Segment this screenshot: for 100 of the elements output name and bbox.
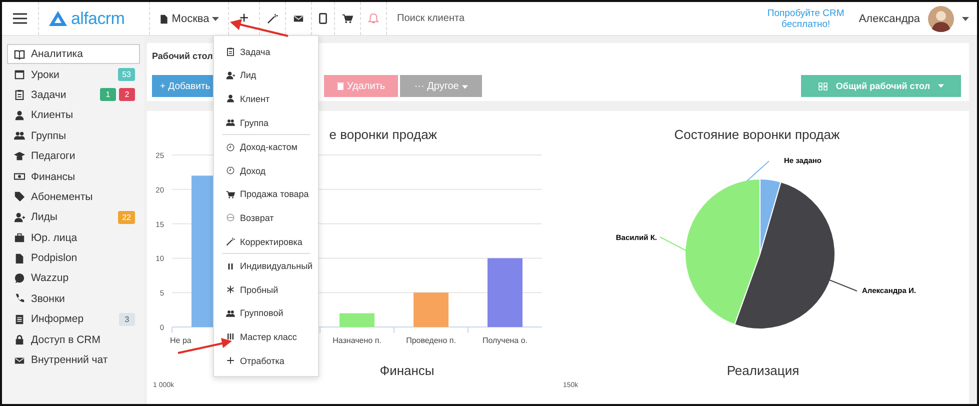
sidebar-item[interactable]: Задачи 1 2 <box>7 84 140 106</box>
phone-icon <box>14 293 25 304</box>
count-badge: 3 <box>119 312 135 326</box>
leader-line <box>746 160 770 182</box>
people-icon <box>226 118 235 128</box>
count-badge: 53 <box>118 68 135 82</box>
sidebar-item[interactable]: Доступ в CRM <box>7 329 140 350</box>
person-icon <box>14 110 25 121</box>
briefcase-icon <box>14 232 25 244</box>
menu-item[interactable]: Продажа товара <box>214 182 318 206</box>
menu-item[interactable]: Индивидуальный <box>214 254 318 278</box>
chart-title: Финансы <box>378 363 436 378</box>
sidebar-item[interactable]: Финансы <box>7 166 140 187</box>
sidebar-item[interactable]: Podpislon <box>7 248 140 268</box>
person-plus-icon <box>226 70 235 80</box>
sidebar-label: Уроки <box>31 68 60 81</box>
chart-title: е воронки продаж <box>329 127 437 142</box>
count-badge: 1 <box>100 88 116 102</box>
sidebar-item[interactable]: Лиды 22 <box>7 207 140 228</box>
menu-item[interactable]: Групповой <box>214 302 318 326</box>
sidebar-item[interactable]: Уроки 53 <box>7 64 140 85</box>
sidebar-item[interactable]: Абонементы <box>7 186 140 208</box>
user-name[interactable]: Александра <box>858 12 920 24</box>
count-badge: 2 <box>119 88 135 102</box>
chat-bubble-icon <box>14 272 25 284</box>
logo-text: alfacrm <box>71 8 125 28</box>
mobile-icon[interactable] <box>319 13 327 24</box>
people-icon <box>14 130 25 142</box>
caret-icon <box>462 84 468 88</box>
sidebar-item[interactable]: Информер 3 <box>7 309 140 330</box>
sidebar-item[interactable]: Звонки <box>7 288 140 310</box>
sidebar-item[interactable]: Группы <box>7 126 140 146</box>
sidebar-label: Педагоги <box>31 150 76 162</box>
sidebar-item[interactable]: Wazzup <box>7 268 140 289</box>
sidebar-label: Аналитика <box>31 48 83 60</box>
cart-icon <box>226 190 235 199</box>
sidebar-label: Внутренний чат <box>31 354 108 366</box>
sidebar-label: Финансы <box>31 170 76 183</box>
caret-icon <box>938 84 944 88</box>
sidebar-label: Группы <box>31 130 66 142</box>
list-icon <box>14 314 25 325</box>
sidebar-label: Абонементы <box>31 190 93 203</box>
axis-label: Назначено п. <box>332 336 382 345</box>
menu-item[interactable]: Доход <box>214 158 318 183</box>
menu-item[interactable]: Отработка <box>214 348 318 372</box>
menu-icon[interactable] <box>13 13 27 24</box>
tag-icon <box>14 191 25 202</box>
bar <box>340 313 374 327</box>
sidebar-label: Юр. лица <box>31 232 78 244</box>
sidebar-label: Клиенты <box>31 109 74 122</box>
sidebar-item[interactable]: Клиенты <box>7 105 140 126</box>
sidebar-label: Лиды <box>31 211 58 224</box>
add-button[interactable]: + <box>236 10 252 28</box>
count-badge: 22 <box>118 210 135 224</box>
sidebar-label: Информер <box>31 313 84 326</box>
sidebar-label: Доступ в CRM <box>31 334 101 346</box>
person-plus-icon <box>14 212 25 223</box>
sidebar-item[interactable]: Внутренний чат <box>7 350 140 370</box>
branch-selector[interactable]: Москва <box>158 12 220 24</box>
banknote-icon <box>14 171 25 182</box>
wand-icon <box>226 237 235 246</box>
sidebar-label: Wazzup <box>31 272 69 284</box>
sidebar-item[interactable]: Педагоги <box>7 146 140 166</box>
menu-item[interactable]: Мастер класс <box>214 325 318 349</box>
chart-title: Состояние воронки продаж <box>674 127 840 142</box>
leader-line <box>826 278 858 292</box>
asterisk-icon <box>226 285 235 294</box>
bars-icon <box>226 332 235 342</box>
trash-icon <box>336 82 344 90</box>
menu-item[interactable]: Пробный <box>214 278 318 302</box>
people-icon <box>226 308 235 318</box>
axis-label: Получена о. <box>482 336 528 345</box>
menu-item[interactable]: Возврат <box>214 206 318 230</box>
book-icon <box>14 48 25 60</box>
clipboard-icon <box>14 89 25 100</box>
plus-icon <box>226 356 235 366</box>
bar <box>488 258 522 327</box>
sidebar-item[interactable]: Юр. лица <box>7 228 140 248</box>
clock-icon <box>226 166 235 176</box>
avatar[interactable] <box>928 6 954 32</box>
sidebar-label: Задачи <box>31 88 66 101</box>
bar <box>414 292 448 327</box>
menu-item[interactable]: Группа <box>214 110 318 134</box>
sidebar-label: Podpislon <box>31 252 78 264</box>
document-icon <box>14 252 25 264</box>
menu-item[interactable]: Корректировка <box>214 230 318 254</box>
menu-item[interactable]: Задача <box>214 40 318 64</box>
pause-icon <box>226 262 235 271</box>
caret-icon[interactable] <box>962 16 969 20</box>
menu-item[interactable]: Доход-кастом <box>214 135 318 159</box>
axis-label: Не ра <box>170 336 192 345</box>
sidebar-label: Звонки <box>31 292 65 305</box>
graduation-cap-icon <box>14 150 25 162</box>
leader-line <box>660 236 688 252</box>
sidebar-item[interactable]: Аналитика <box>7 44 140 64</box>
grid-icon <box>818 82 828 90</box>
lock-icon <box>14 334 25 346</box>
envelope-icon <box>293 13 304 24</box>
person-icon <box>226 94 235 104</box>
clipboard-icon <box>226 47 235 56</box>
